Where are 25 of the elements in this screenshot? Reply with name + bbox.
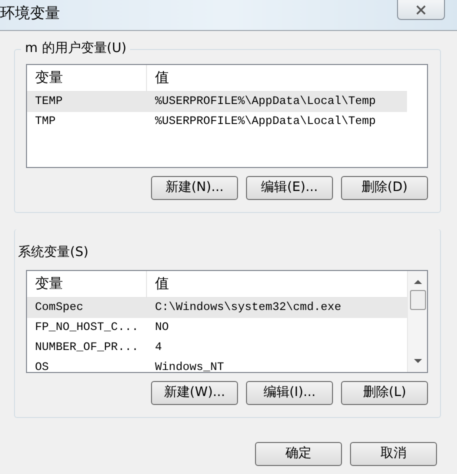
list-row[interactable]: FP_NO_HOST_C... NO <box>27 318 407 338</box>
window-title: 环境变量 <box>0 3 60 24</box>
close-button[interactable] <box>397 0 445 20</box>
list-row[interactable]: TEMP %USERPROFILE%\AppData\Local\Temp <box>27 92 407 112</box>
scroll-down-icon[interactable] <box>414 359 422 364</box>
button[interactable]: 确定 <box>255 442 342 466</box>
button[interactable]: 编辑(E)... <box>246 176 333 200</box>
column-header[interactable]: 变量 <box>27 274 63 294</box>
scrollbar[interactable] <box>407 271 427 372</box>
list-row[interactable]: NUMBER_OF_PR... 4 <box>27 338 407 358</box>
column-header[interactable]: 变量 <box>27 68 63 88</box>
list-row[interactable]: OS Windows_NT <box>27 358 407 378</box>
button[interactable]: 删除(L) <box>341 381 428 405</box>
column-header[interactable]: 值 <box>147 68 169 88</box>
button[interactable]: 删除(D) <box>341 176 428 200</box>
scroll-thumb[interactable] <box>410 290 426 310</box>
column-header[interactable]: 值 <box>147 274 169 294</box>
button[interactable]: 新建(W)... <box>151 381 238 405</box>
button[interactable]: 编辑(I)... <box>246 381 333 405</box>
scroll-up-icon[interactable] <box>414 279 422 284</box>
button[interactable]: 新建(N)... <box>151 176 238 200</box>
list-row[interactable]: ComSpec C:\Windows\system32\cmd.exe <box>27 298 407 318</box>
close-icon <box>415 4 427 14</box>
list-row[interactable]: TMP %USERPROFILE%\AppData\Local\Temp <box>27 112 407 132</box>
button[interactable]: 取消 <box>350 442 437 466</box>
